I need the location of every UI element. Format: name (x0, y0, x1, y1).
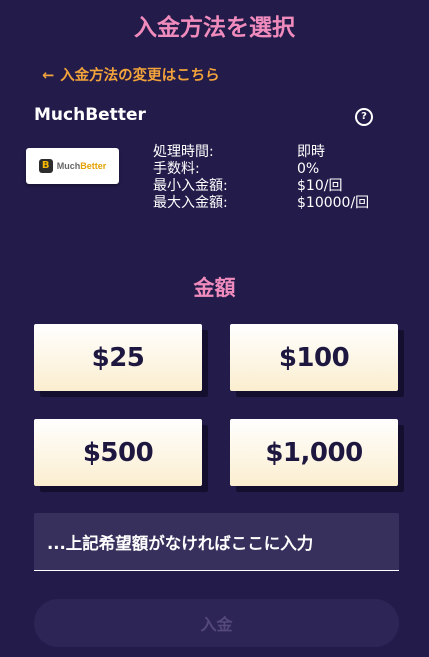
detail-label: 手数料: (153, 161, 200, 177)
detail-value: 0% (297, 161, 320, 177)
detail-value: $10000/回 (297, 195, 370, 211)
help-icon[interactable]: ? (355, 108, 373, 126)
detail-row-max: 最大入金額: $10000/回 (153, 195, 393, 212)
amount-heading: 金額 (193, 276, 236, 300)
detail-value: 即時 (297, 144, 325, 160)
change-method-link[interactable]: ← 入金方法の変更はこちら (42, 64, 220, 85)
method-name: MuchBetter (34, 105, 146, 125)
detail-row-min: 最小入金額: $10/回 (153, 178, 393, 195)
detail-label: 処理時間: (153, 144, 214, 160)
amount-button-100[interactable]: $100 (230, 324, 398, 391)
detail-label: 最大入金額: (153, 195, 228, 211)
deposit-button[interactable]: 入金 (34, 599, 399, 647)
detail-row-processing: 処理時間: 即時 (153, 144, 393, 161)
muchbetter-logo: B MuchBetter (26, 148, 119, 184)
payment-page: 入金方法を選択 ← 入金方法の変更はこちら MuchBetter ? B Much… (0, 0, 429, 657)
change-method-label: 入金方法の変更はこちら (60, 68, 220, 84)
muchbetter-logo-mark: B (38, 159, 53, 173)
detail-label: 最小入金額: (153, 178, 228, 194)
amount-button-25[interactable]: $25 (34, 324, 202, 391)
custom-amount-placeholder: ...上記希望額がなければここに入力 (47, 533, 314, 553)
deposit-button-label: 入金 (200, 615, 233, 634)
detail-row-fee: 手数料: 0% (153, 161, 393, 178)
muchbetter-logo-wordmark: MuchBetter (56, 161, 107, 171)
amount-button-500[interactable]: $500 (34, 419, 202, 486)
arrow-left-icon: ← (42, 68, 55, 84)
method-details: 処理時間: 即時 手数料: 0% 最小入金額: $10/回 最大入金額: $10… (153, 144, 393, 212)
custom-amount-input[interactable]: ...上記希望額がなければここに入力 (34, 513, 399, 571)
amount-button-1000[interactable]: $1,000 (230, 419, 398, 486)
page-title: 入金方法を選択 (134, 15, 295, 41)
detail-value: $10/回 (297, 178, 343, 194)
